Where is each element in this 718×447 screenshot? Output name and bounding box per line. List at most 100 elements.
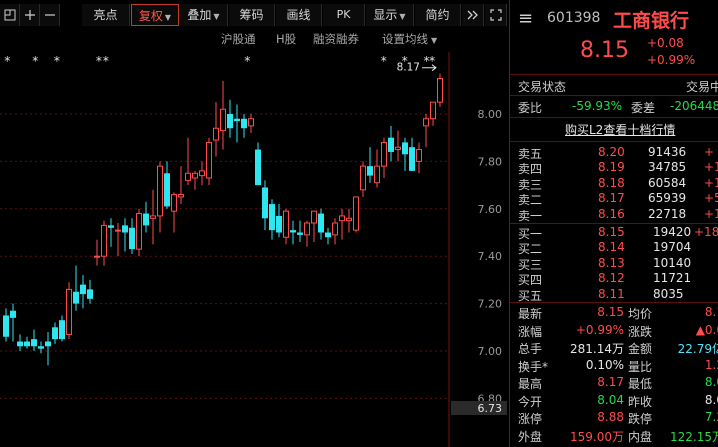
stat-value: 0.10% xyxy=(585,357,624,372)
subbar-shezhijunxian[interactable]: 设置均线 ▼ xyxy=(382,30,437,48)
toolbar-liangdian[interactable]: 亮点 xyxy=(82,4,130,26)
event-star-icon: * xyxy=(54,54,60,68)
quote-panel: ≡ 601398 工商银行 8.15 +0.08 +0.99% 交易状态 交易中… xyxy=(510,0,718,447)
double-right-arrow-icon[interactable] xyxy=(462,4,484,26)
ask-price: 8.20 xyxy=(598,145,625,159)
stat-label: 昨收 xyxy=(628,394,653,409)
toolbar-diejia-label: 叠加 xyxy=(187,8,212,22)
stat-label: 今开 xyxy=(518,394,543,409)
minus-icon[interactable] xyxy=(40,4,60,26)
kline-chart-area[interactable]: 8.00 7.80 7.60 7.40 7.20 7.00 6.80 * * * * * * * * * * 8.… xyxy=(0,0,509,447)
candle-body xyxy=(409,147,415,171)
toolbar-diejia[interactable]: 叠加 ▼ xyxy=(180,4,228,26)
ask-volume: 34785 xyxy=(648,160,687,175)
candle-body xyxy=(283,210,289,238)
candle-body xyxy=(262,187,268,219)
candle-body xyxy=(94,255,100,258)
bid-price: 8.11 xyxy=(598,286,625,301)
ask-change: +17 xyxy=(704,206,718,221)
candle-body xyxy=(24,341,30,347)
price-change: +0.08 xyxy=(647,36,684,50)
current-tag-label: 6.73 xyxy=(478,402,503,415)
candle-body xyxy=(143,213,149,226)
candle-body xyxy=(122,225,128,233)
candle-body xyxy=(164,173,170,207)
candle-body xyxy=(150,215,156,219)
candle-body xyxy=(178,194,184,198)
chevron-down-icon: ▼ xyxy=(213,12,220,21)
candle-body xyxy=(59,320,65,340)
bid-volume: 8035 xyxy=(653,286,684,301)
chevron-down-icon: ▼ xyxy=(431,36,438,45)
candle-body xyxy=(199,170,205,177)
stat-label: 最低 xyxy=(628,377,653,391)
stat-label: 涨跌 xyxy=(628,324,653,339)
candle-body xyxy=(367,166,373,176)
kline-chart[interactable]: 8.007.807.607.407.207.006.80* * * * * * * * * *8.… xyxy=(0,0,509,447)
candle-body xyxy=(290,230,296,233)
candle-body xyxy=(17,341,23,347)
menu-icon[interactable]: ≡ xyxy=(518,8,533,29)
candle-body xyxy=(325,232,331,238)
toolbar-fuquan[interactable]: 复权 ▼ xyxy=(131,4,179,26)
candle-body xyxy=(220,108,226,132)
bid-price: 8.15 xyxy=(598,225,625,239)
maximize-icon[interactable] xyxy=(485,4,507,26)
l2-purchase-link[interactable]: 购买L2查看十档行情 xyxy=(565,121,675,138)
toolbar-huaxian[interactable]: 画线 xyxy=(276,4,322,26)
bid-price: 8.12 xyxy=(598,271,625,286)
window-icon[interactable] xyxy=(0,4,20,26)
subbar-rongzirongquan[interactable]: 融资融券 xyxy=(313,30,359,48)
candle-body xyxy=(395,146,401,151)
weicha-label: 委差 xyxy=(631,101,656,115)
stat-value: 8.0 xyxy=(704,375,718,389)
stat-value: 122.15万 xyxy=(670,429,718,444)
candle-body xyxy=(423,118,429,127)
candle-body xyxy=(374,165,380,184)
toolbar-jianyue[interactable]: 简约 xyxy=(415,4,461,26)
candle-body xyxy=(227,114,233,129)
event-star-icon: * xyxy=(244,54,250,68)
candle-body xyxy=(311,210,317,224)
candle-body xyxy=(381,141,387,167)
toolbar-chouma[interactable]: 筹码 xyxy=(229,4,275,26)
toolbar-fuquan-label: 复权 xyxy=(138,9,163,23)
candle-body xyxy=(318,213,324,233)
event-star-icon: * xyxy=(103,54,109,68)
candle-body xyxy=(206,141,212,179)
candle-body xyxy=(248,118,254,127)
candle-body xyxy=(332,222,338,236)
bid-volume: 10140 xyxy=(653,255,692,270)
ask-volume: 65939 xyxy=(648,191,687,206)
price-tick-label: 7.60 xyxy=(478,203,503,216)
candle-body xyxy=(304,222,310,236)
stat-value: +0.99% xyxy=(575,322,624,337)
stat-label: 金额 xyxy=(628,342,653,356)
ask-price: 8.18 xyxy=(598,175,625,190)
price-tick-label: 7.80 xyxy=(478,155,503,168)
subbar-hugutong[interactable]: 沪股通 xyxy=(221,30,256,48)
candle-body xyxy=(108,225,114,228)
candle-body xyxy=(353,196,359,231)
stat-label: 涨幅 xyxy=(518,324,543,339)
plus-icon[interactable] xyxy=(20,4,40,26)
toolbar-xianshi[interactable]: 显示 ▼ xyxy=(366,4,414,26)
candle-body xyxy=(10,310,16,318)
candle-body xyxy=(101,224,107,257)
weibi-value: -59.93% xyxy=(572,99,623,113)
ask-price: 8.19 xyxy=(598,160,625,175)
candle-body xyxy=(73,291,79,304)
trade-status-value: 交易中 xyxy=(686,80,718,94)
toolbar-pk[interactable]: PK xyxy=(323,4,365,26)
candle-body xyxy=(213,127,219,141)
price-tick-label: 8.00 xyxy=(478,108,503,121)
stat-label: 量比 xyxy=(628,359,653,374)
candle-body xyxy=(402,142,408,155)
ask-volume: 60584 xyxy=(648,175,687,190)
candle-body xyxy=(346,217,352,222)
subbar-hgu[interactable]: H股 xyxy=(276,30,296,48)
stat-label: 涨停 xyxy=(518,412,543,426)
trade-status-label: 交易状态 xyxy=(518,80,567,94)
stat-value: ▲0.0 xyxy=(695,322,718,337)
stat-value: 7.2 xyxy=(704,410,718,424)
